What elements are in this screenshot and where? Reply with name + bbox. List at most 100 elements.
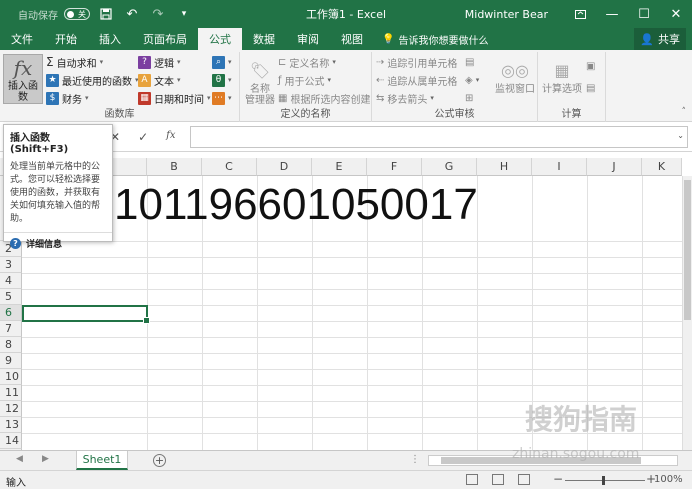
column-header-g[interactable]: G bbox=[422, 158, 477, 176]
tab-view[interactable]: 视图 bbox=[330, 28, 374, 50]
recent-functions-button[interactable]: ★ 最近使用的函数 ▾ bbox=[46, 72, 139, 88]
sheet-prev-icon[interactable]: ◀ bbox=[16, 454, 23, 464]
page-layout-view-icon[interactable] bbox=[492, 474, 504, 485]
trace-dependents-button[interactable]: ⇠ 追踪从属单元格 bbox=[376, 72, 457, 88]
row-header[interactable]: 12 bbox=[0, 401, 22, 417]
vertical-scroll-thumb[interactable] bbox=[684, 180, 691, 320]
person-icon: 👤 bbox=[640, 32, 654, 46]
help-icon: ? bbox=[10, 238, 21, 249]
lightbulb-icon: 💡 bbox=[382, 33, 395, 45]
more-functions-button[interactable]: ⋯ ▾ bbox=[212, 90, 232, 106]
undo-icon[interactable]: ↶ bbox=[122, 4, 142, 24]
row-header[interactable]: 6 bbox=[0, 305, 22, 321]
normal-view-icon[interactable] bbox=[466, 474, 478, 485]
tab-insert[interactable]: 插入 bbox=[88, 28, 132, 50]
tell-me-box[interactable]: 💡 告诉我你想要做什么 bbox=[382, 28, 488, 50]
sheet-tab-sheet1[interactable]: Sheet1 bbox=[76, 451, 128, 470]
watch-window-button[interactable]: ◎◎ 监视窗口 bbox=[494, 56, 536, 95]
column-header-e[interactable]: E bbox=[312, 158, 367, 176]
star-book-icon: ★ bbox=[46, 73, 59, 87]
column-header-j[interactable]: J bbox=[587, 158, 642, 176]
user-name[interactable]: Midwinter Bear bbox=[465, 8, 548, 21]
row-header[interactable]: 8 bbox=[0, 337, 22, 353]
calc-sheet-button[interactable]: ▤ bbox=[586, 80, 595, 96]
row-header[interactable]: 5 bbox=[0, 289, 22, 305]
save-icon[interactable] bbox=[96, 4, 116, 24]
column-header-i[interactable]: I bbox=[532, 158, 587, 176]
lookup-button[interactable]: ⌕ ▾ bbox=[212, 54, 232, 70]
watermark-logo: 搜狗指南 bbox=[525, 403, 638, 436]
enter-icon[interactable]: ✓ bbox=[138, 130, 148, 144]
calc-options-button[interactable]: ▦ 计算选项 bbox=[540, 56, 584, 95]
financial-button[interactable]: $ 财务 ▾ bbox=[46, 90, 89, 106]
tab-file[interactable]: 文件 bbox=[0, 28, 44, 50]
calc-now-button[interactable]: ▣ bbox=[586, 58, 595, 74]
row-header[interactable]: 11 bbox=[0, 385, 22, 401]
show-formulas-icon: ▤ bbox=[465, 56, 475, 68]
redo-icon[interactable]: ↷ bbox=[148, 4, 168, 24]
text-button[interactable]: A 文本 ▾ bbox=[138, 72, 181, 88]
ribbon: fx 插入函数 Σ 自动求和 ▾ ★ 最近使用的函数 ▾ $ 财务 ▾ ? 逻辑 ▾ A… bbox=[0, 50, 692, 122]
zoom-slider-knob[interactable] bbox=[602, 476, 605, 485]
collapse-ribbon-icon[interactable]: ˄ bbox=[682, 107, 687, 117]
trace-precedents-button[interactable]: ⇢ 追踪引用单元格 bbox=[376, 54, 457, 70]
remove-arrows-button[interactable]: ⇆ 移去箭头 ▾ bbox=[376, 90, 434, 106]
tooltip-more-info-link[interactable]: ? 详细信息 bbox=[10, 237, 106, 250]
share-button[interactable]: 👤 共享 bbox=[634, 28, 686, 50]
column-header-c[interactable]: C bbox=[202, 158, 257, 176]
error-checking-button[interactable]: ◈ ▾ bbox=[465, 72, 479, 88]
page-break-view-icon[interactable] bbox=[518, 474, 530, 485]
row-header[interactable]: 10 bbox=[0, 369, 22, 385]
tab-data[interactable]: 数据 bbox=[242, 28, 286, 50]
row-header[interactable]: 7 bbox=[0, 321, 22, 337]
row-header[interactable]: 14 bbox=[0, 433, 22, 449]
formula-input[interactable] bbox=[190, 126, 688, 148]
zoom-level[interactable]: 100% bbox=[654, 474, 683, 485]
add-sheet-icon[interactable]: + bbox=[153, 454, 166, 467]
tab-formulas[interactable]: 公式 bbox=[198, 28, 242, 50]
row-header[interactable]: 4 bbox=[0, 273, 22, 289]
define-name-button[interactable]: ⊏ 定义名称 ▾ bbox=[278, 54, 336, 70]
vertical-scrollbar[interactable] bbox=[682, 176, 692, 450]
column-header-d[interactable]: D bbox=[257, 158, 312, 176]
close-icon[interactable]: ✕ bbox=[660, 0, 692, 28]
math-book-icon: θ bbox=[212, 73, 225, 87]
math-button[interactable]: θ ▾ bbox=[212, 72, 232, 88]
expand-formula-icon[interactable]: ⌄ bbox=[677, 131, 684, 140]
create-from-selection-button[interactable]: ▦ 根据所选内容创建 bbox=[278, 90, 370, 106]
tab-review[interactable]: 审阅 bbox=[286, 28, 330, 50]
zoom-out-icon[interactable]: − bbox=[553, 472, 563, 486]
active-cell-a7[interactable] bbox=[22, 305, 150, 324]
calc-now-icon: ▣ bbox=[586, 60, 596, 72]
tab-page-layout[interactable]: 页面布局 bbox=[132, 28, 198, 50]
autosum-button[interactable]: Σ 自动求和 ▾ bbox=[46, 54, 103, 70]
logical-button[interactable]: ? 逻辑 ▾ bbox=[138, 54, 181, 70]
use-in-formula-button[interactable]: ƒ 用于公式 ▾ bbox=[278, 72, 331, 88]
ribbon-display-icon[interactable] bbox=[564, 0, 596, 28]
column-header-k[interactable]: K bbox=[642, 158, 682, 176]
datetime-button[interactable]: ▦ 日期和时间 ▾ bbox=[138, 90, 211, 106]
autosave-toggle[interactable]: 关 bbox=[64, 8, 90, 20]
sheet-next-icon[interactable]: ▶ bbox=[42, 454, 49, 464]
column-header-b[interactable]: B bbox=[147, 158, 202, 176]
group-defined-names: 🏷 名称 管理器 ⊏ 定义名称 ▾ ƒ 用于公式 ▾ ▦ 根据所选内容创建 定义的名… bbox=[240, 52, 372, 122]
maximize-icon[interactable]: ☐ bbox=[628, 0, 660, 28]
calc-sheet-icon: ▤ bbox=[586, 82, 596, 94]
insert-function-fx-icon[interactable]: fx bbox=[166, 130, 175, 144]
watermark-url: zhinan.sogou.com bbox=[512, 446, 640, 462]
customize-qat-icon[interactable]: ▾ bbox=[174, 4, 194, 24]
tab-home[interactable]: 开始 bbox=[44, 28, 88, 50]
zoom-slider[interactable] bbox=[565, 480, 645, 481]
row-header[interactable]: 9 bbox=[0, 353, 22, 369]
name-manager-button[interactable]: 🏷 名称 管理器 bbox=[243, 56, 277, 106]
column-header-f[interactable]: F bbox=[367, 158, 422, 176]
tab-split-handle[interactable]: ⋮ bbox=[410, 454, 420, 465]
row-header[interactable]: 13 bbox=[0, 417, 22, 433]
column-header-h[interactable]: H bbox=[477, 158, 532, 176]
insert-function-button[interactable]: fx 插入函数 bbox=[3, 54, 43, 104]
row-header[interactable]: 3 bbox=[0, 257, 22, 273]
group-label-calc: 计算 bbox=[561, 109, 582, 120]
minimize-icon[interactable]: — bbox=[596, 0, 628, 28]
show-formulas-button[interactable]: ▤ bbox=[465, 54, 474, 70]
evaluate-formula-button[interactable]: ⊞ bbox=[465, 90, 473, 106]
